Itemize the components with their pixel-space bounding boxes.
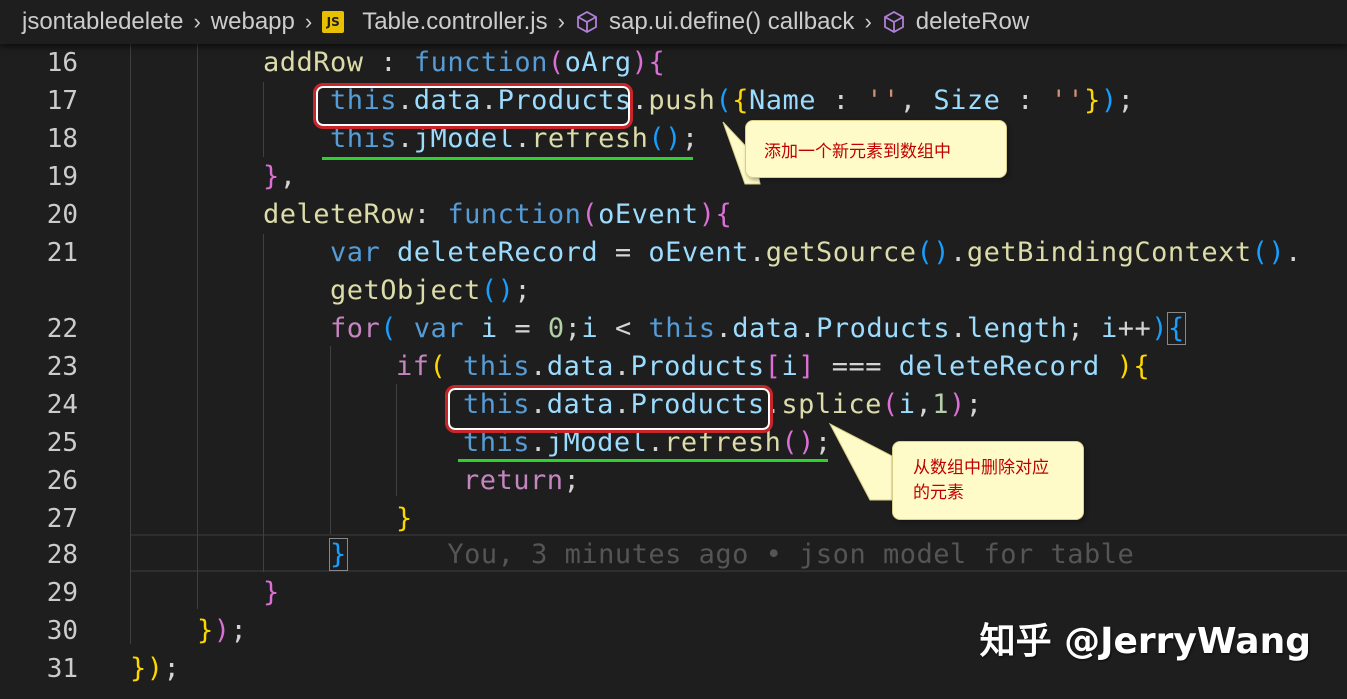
line-number: 30 bbox=[46, 616, 78, 646]
code-line[interactable]: 19 }, bbox=[0, 158, 1347, 196]
chevron-right-icon: › bbox=[557, 9, 565, 34]
chevron-right-icon: › bbox=[304, 9, 313, 34]
callout-text: 添加一个新元素到数组中 bbox=[764, 142, 951, 162]
breadcrumb-method-label: deleteRow bbox=[915, 8, 1030, 35]
chevron-right-icon: › bbox=[864, 9, 872, 34]
code-line[interactable]: 21 var deleteRecord = oEvent.getSource()… bbox=[0, 234, 1347, 272]
method-cube-icon bbox=[883, 10, 904, 34]
method-cube-icon bbox=[577, 10, 597, 34]
code-text: } bbox=[263, 577, 280, 608]
code-editor[interactable]: 16 addRow : function(oArg){ 17 this.data… bbox=[0, 44, 1347, 699]
line-number: 26 bbox=[46, 466, 78, 496]
git-blame-annotation: You, 3 minutes ago • json model for tabl… bbox=[447, 539, 1135, 570]
code-text: } bbox=[396, 503, 413, 534]
breadcrumb-file-label: Table.controller.js bbox=[362, 8, 548, 35]
line-number: 25 bbox=[46, 428, 78, 458]
underline-refresh bbox=[458, 459, 828, 462]
code-line[interactable]: 29 } bbox=[0, 574, 1347, 612]
line-number: 24 bbox=[46, 390, 78, 420]
code-line[interactable]: 20 deleteRow: function(oEvent){ bbox=[0, 196, 1347, 234]
breadcrumb-item-file[interactable]: JS Table.controller.js bbox=[322, 8, 548, 36]
code-text: }); bbox=[197, 615, 248, 646]
watermark: 知乎 @JerryWang bbox=[979, 621, 1311, 662]
highlight-box-products bbox=[445, 385, 773, 433]
line-number: 21 bbox=[46, 238, 78, 268]
code-text: }); bbox=[130, 653, 181, 684]
line-number: 19 bbox=[46, 162, 78, 192]
code-text: for( var i = 0;i < this.data.Products.le… bbox=[330, 312, 1186, 345]
line-number: 29 bbox=[46, 578, 78, 608]
line-number: 17 bbox=[46, 86, 78, 116]
underline-refresh bbox=[322, 157, 693, 160]
callout-text: 从数组中删除对应的元素 bbox=[913, 458, 1049, 503]
breadcrumb-item-project[interactable]: jsontabledelete bbox=[22, 8, 183, 36]
code-text: if( this.data.Products[i] === deleteReco… bbox=[396, 351, 1151, 382]
code-text: } You, 3 minutes ago • json model for ta… bbox=[329, 538, 1135, 571]
code-text: addRow : function(oArg){ bbox=[263, 47, 666, 78]
callout-add-element: 添加一个新元素到数组中 bbox=[745, 120, 1007, 178]
line-number: 20 bbox=[46, 200, 78, 230]
line-number: 31 bbox=[46, 654, 78, 684]
breadcrumb-item-callback[interactable]: sap.ui.define() callback bbox=[575, 8, 854, 36]
code-text: getObject(); bbox=[330, 275, 532, 306]
breadcrumb: jsontabledelete › webapp › JS Table.cont… bbox=[0, 0, 1347, 44]
line-number: 27 bbox=[46, 504, 78, 534]
breadcrumb-item-folder[interactable]: webapp bbox=[211, 8, 295, 36]
line-number: 28 bbox=[46, 540, 78, 570]
line-number: 23 bbox=[46, 352, 78, 382]
line-number: 22 bbox=[46, 314, 78, 344]
line-number: 16 bbox=[46, 48, 78, 78]
js-file-icon: JS bbox=[322, 11, 345, 33]
code-line[interactable]: 16 addRow : function(oArg){ bbox=[0, 44, 1347, 82]
chevron-right-icon: › bbox=[193, 9, 201, 34]
highlight-box-products bbox=[313, 83, 633, 129]
code-line-wrap[interactable]: getObject(); bbox=[0, 272, 1347, 310]
breadcrumb-callback-label: sap.ui.define() callback bbox=[608, 8, 855, 35]
code-line[interactable]: 23 if( this.data.Products[i] === deleteR… bbox=[0, 348, 1347, 386]
breadcrumb-item-method[interactable]: deleteRow bbox=[882, 8, 1029, 36]
code-text: return; bbox=[463, 465, 581, 496]
callout-delete-element: 从数组中删除对应的元素 bbox=[892, 441, 1084, 520]
code-line[interactable]: 18 this.jModel.refresh(); bbox=[0, 120, 1347, 158]
code-line[interactable]: 27 } bbox=[0, 500, 1347, 538]
code-line[interactable]: 22 for( var i = 0;i < this.data.Products… bbox=[0, 310, 1347, 348]
code-line[interactable]: 17 this.data.Products.push({Name : '', S… bbox=[0, 82, 1347, 120]
code-text: var deleteRecord = oEvent.getSource().ge… bbox=[330, 237, 1302, 268]
code-line[interactable]: 26 return; bbox=[0, 462, 1347, 500]
code-text: deleteRow: function(oEvent){ bbox=[263, 199, 733, 230]
code-text: }, bbox=[263, 161, 297, 192]
line-number: 18 bbox=[46, 124, 78, 154]
code-line-current[interactable]: 28 } You, 3 minutes ago • json model for… bbox=[0, 536, 1347, 574]
